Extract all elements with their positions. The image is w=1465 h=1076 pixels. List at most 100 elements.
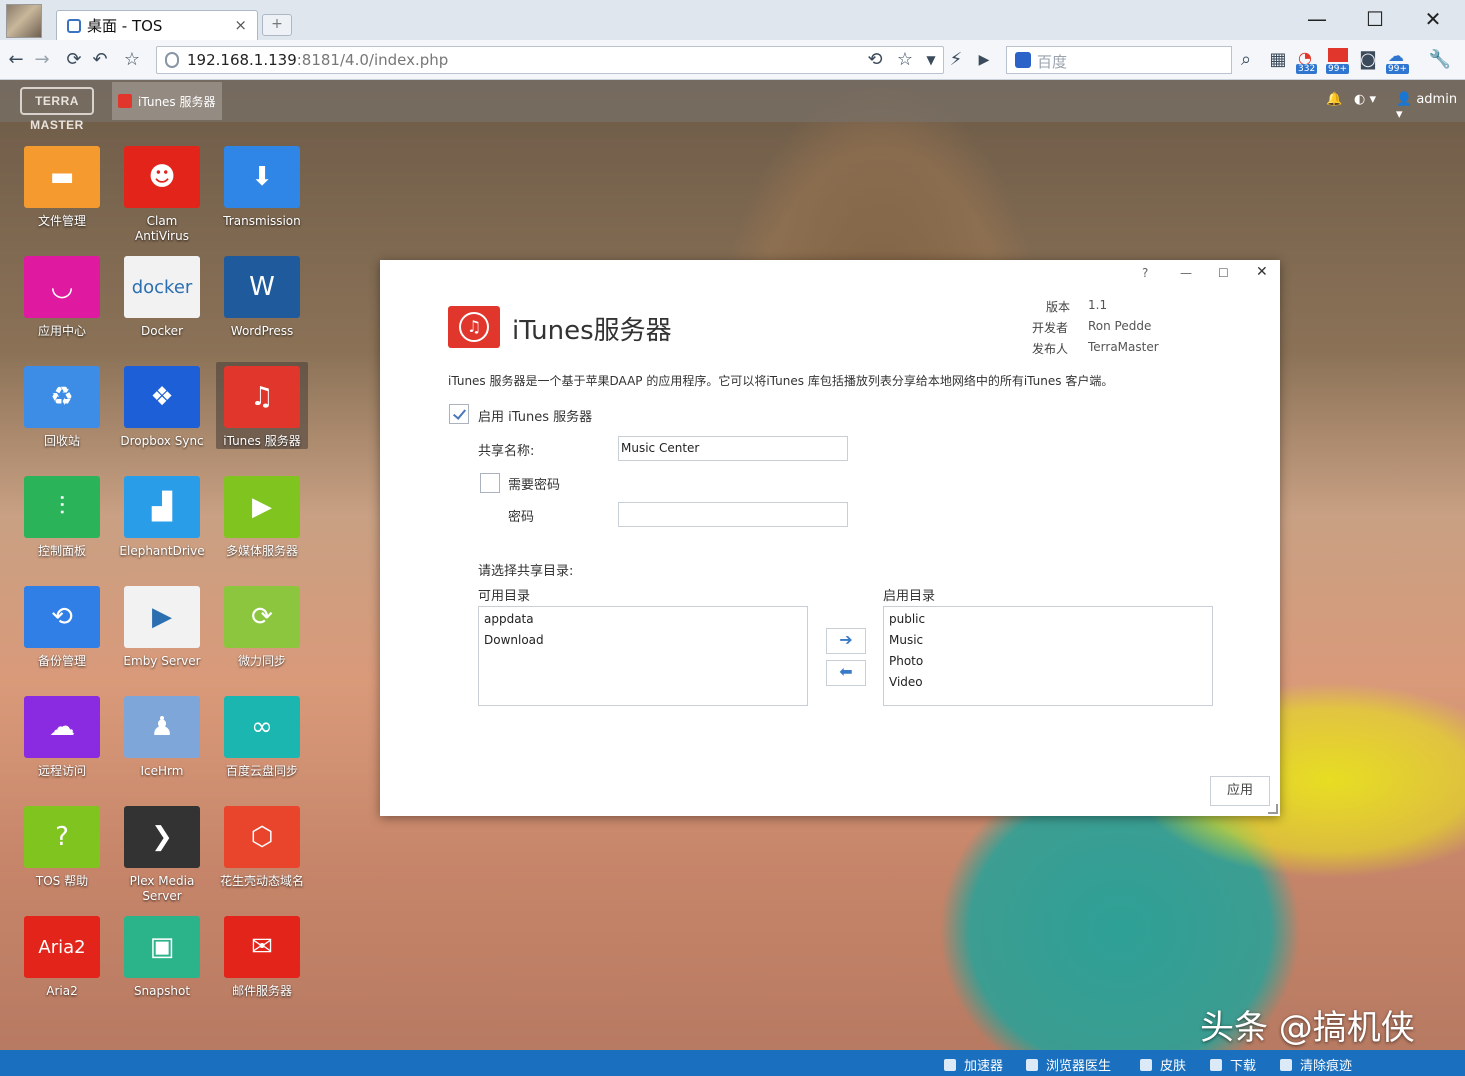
statusbar-item-skin[interactable]: 皮肤 <box>1140 1055 1186 1074</box>
tools-wrench-icon[interactable]: 🔧 <box>1428 48 1452 72</box>
bell-icon[interactable]: 🔔 <box>1326 92 1342 107</box>
resize-grip[interactable] <box>1268 804 1278 814</box>
desktop-icon-emby-server[interactable]: ▶ Emby Server <box>116 582 208 669</box>
list-item[interactable]: Photo <box>889 651 1207 672</box>
music-note-icon: ♫ <box>459 312 489 342</box>
taskbar-item-itunes[interactable]: iTunes 服务器 <box>112 82 222 120</box>
desktop-icon-transmission[interactable]: ⬇ Transmission <box>216 142 308 229</box>
bookmark-star-icon[interactable]: ☆ <box>120 48 144 72</box>
statusbar-item-doctor[interactable]: 浏览器医生 <box>1026 1055 1111 1074</box>
desktop-icon-docker[interactable]: docker Docker <box>116 252 208 339</box>
备份管理-icon: ⟲ <box>24 586 100 648</box>
desktop-icon-label: Plex Media Server <box>129 874 195 903</box>
desktop-icon-应用中心[interactable]: ◡ 应用中心 <box>16 252 108 339</box>
desktop-icon-花生壳动态域名[interactable]: ⬡ 花生壳动态域名 <box>216 802 308 889</box>
desktop-icon-elephantdrive[interactable]: ▟ ElephantDrive <box>116 472 208 559</box>
desktop-icon-wordpress[interactable]: W WordPress <box>216 252 308 339</box>
dropbox-sync-icon: ❖ <box>124 366 200 428</box>
cloud-extension[interactable]: ☁ 99+ <box>1386 46 1410 74</box>
desktop-icon-label: 远程访问 <box>37 764 86 778</box>
statusbar-item-clear[interactable]: 清除痕迹 <box>1280 1055 1352 1074</box>
list-item[interactable]: Music <box>889 630 1207 651</box>
list-item[interactable]: Video <box>889 672 1207 693</box>
minimize-button[interactable]: — <box>1180 266 1192 280</box>
back-icon[interactable]: ← <box>4 48 28 72</box>
forward-icon[interactable]: → <box>30 48 54 72</box>
new-tab-button[interactable]: + <box>262 14 292 36</box>
desktop-icon-clam-antivirus[interactable]: ☻ Clam AntiVirus <box>116 142 208 244</box>
require-password-checkbox[interactable] <box>480 473 500 493</box>
search-bar[interactable]: 百度 <box>1006 46 1232 74</box>
language-globe-icon[interactable]: ◐ ▾ <box>1354 92 1376 107</box>
远程访问-icon: ☁ <box>24 696 100 758</box>
desktop-icon-icehrm[interactable]: ♟ IceHrm <box>116 692 208 779</box>
play-icon[interactable]: ▶ <box>972 48 996 72</box>
apps-grid-icon[interactable]: ▦ <box>1266 48 1290 72</box>
desktop-icon-snapshot[interactable]: ▣ Snapshot <box>116 912 208 999</box>
desktop-icon-label: 花生壳动态域名 <box>219 874 304 888</box>
apply-button[interactable]: 应用 <box>1210 776 1270 806</box>
weather-extension[interactable]: ◔ 332 <box>1296 46 1320 74</box>
desktop-icon-远程访问[interactable]: ☁ 远程访问 <box>16 692 108 779</box>
desktop-icon-文件管理[interactable]: ▬ 文件管理 <box>16 142 108 229</box>
window-close-button[interactable]: ✕ <box>1418 6 1448 32</box>
dropdown-icon[interactable]: ▼ <box>919 48 943 72</box>
desktop-icon-多媒体服务器[interactable]: ▶ 多媒体服务器 <box>216 472 308 559</box>
mail-extension[interactable]: 99+ <box>1326 46 1350 74</box>
browser-tab[interactable]: 桌面 - TOS × <box>56 10 258 40</box>
list-item[interactable]: Download <box>484 630 802 651</box>
statusbar-item-accelerator[interactable]: 加速器 <box>944 1055 1003 1074</box>
desktop-icon-回收站[interactable]: ♻ 回收站 <box>16 362 108 449</box>
itunes-server-window: ? — ☐ ✕ ♫ iTunes服务器 版本 1.1 开发者 Ron Pedde… <box>380 260 1280 816</box>
statusbar-item-download[interactable]: 下载 <box>1210 1055 1256 1074</box>
help-button[interactable]: ? <box>1142 266 1148 280</box>
undo-icon[interactable]: ↶ <box>88 48 112 72</box>
desktop-icon-itunes-服务器[interactable]: ♫ iTunes 服务器 <box>216 362 308 449</box>
rocket-icon <box>944 1058 956 1071</box>
close-button[interactable]: ✕ <box>1256 264 1268 280</box>
lightning-icon[interactable]: ⚡ <box>944 48 968 72</box>
watermark: 头条 @搞机侠 <box>1200 1008 1415 1048</box>
desktop-icon-label: Aria2 <box>46 984 78 998</box>
desktop-icon-备份管理[interactable]: ⟲ 备份管理 <box>16 582 108 669</box>
tab-close-icon[interactable]: × <box>234 16 247 34</box>
password-input[interactable] <box>618 502 848 527</box>
window-maximize-button[interactable]: ☐ <box>1360 6 1390 32</box>
glasses-icon[interactable]: ◙ <box>1356 48 1380 72</box>
desktop-icon-plex-media-server[interactable]: ❯ Plex Media Server <box>116 802 208 904</box>
desktop-icon-tos-帮助[interactable]: ? TOS 帮助 <box>16 802 108 889</box>
move-left-button[interactable]: ⬅ <box>826 660 866 686</box>
desktop-icon-label: 百度云盘同步 <box>225 764 298 778</box>
reload-icon[interactable]: ⟳ <box>62 48 86 72</box>
version-value: 1.1 <box>1088 298 1108 312</box>
address-bar[interactable]: 192.168.1.139:8181/4.0/index.php ⟲ ☆ ▼ <box>156 46 944 74</box>
available-dirs-list[interactable]: appdata Download <box>478 606 808 706</box>
maximize-button[interactable]: ☐ <box>1218 266 1229 280</box>
user-menu[interactable]: 👤 admin ▾ <box>1396 92 1465 122</box>
search-icon[interactable]: ⌕ <box>1234 48 1258 72</box>
desktop-icon-dropbox-sync[interactable]: ❖ Dropbox Sync <box>116 362 208 449</box>
desktop-icon-邮件服务器[interactable]: ✉ 邮件服务器 <box>216 912 308 999</box>
tos-topbar: TERRA MASTER iTunes 服务器 🔔 ◐ ▾ 👤 admin ▾ <box>0 80 1465 132</box>
app-description: iTunes 服务器是一个基于苹果DAAP 的应用程序。它可以将iTunes 库… <box>448 374 1114 388</box>
profile-avatar[interactable] <box>6 4 42 38</box>
desktop-icon-百度云盘同步[interactable]: ∞ 百度云盘同步 <box>216 692 308 779</box>
arrow-left-icon: ⬅ <box>839 662 853 681</box>
enable-itunes-checkbox[interactable] <box>449 404 469 424</box>
desktop-icon-label: IceHrm <box>140 764 184 778</box>
enabled-dirs-label: 启用目录 <box>883 589 936 604</box>
share-name-input[interactable]: Music Center <box>618 436 848 461</box>
enabled-dirs-list[interactable]: public Music Photo Video <box>883 606 1213 706</box>
list-item[interactable]: public <box>889 609 1207 630</box>
favorite-star-icon[interactable]: ☆ <box>893 48 917 72</box>
desktop-icon-微力同步[interactable]: ⟳ 微力同步 <box>216 582 308 669</box>
desktop-icon-label: 文件管理 <box>37 214 86 228</box>
回收站-icon: ♻ <box>24 366 100 428</box>
desktop-icon-aria2[interactable]: Aria2 Aria2 <box>16 912 108 999</box>
desktop-icon-控制面板[interactable]: ⫶ 控制面板 <box>16 472 108 559</box>
require-password-label: 需要密码 <box>508 478 561 493</box>
move-right-button[interactable]: ➔ <box>826 628 866 654</box>
list-item[interactable]: appdata <box>484 609 802 630</box>
window-minimize-button[interactable]: — <box>1302 6 1332 32</box>
compat-mode-icon[interactable]: ⟲ <box>863 48 887 72</box>
